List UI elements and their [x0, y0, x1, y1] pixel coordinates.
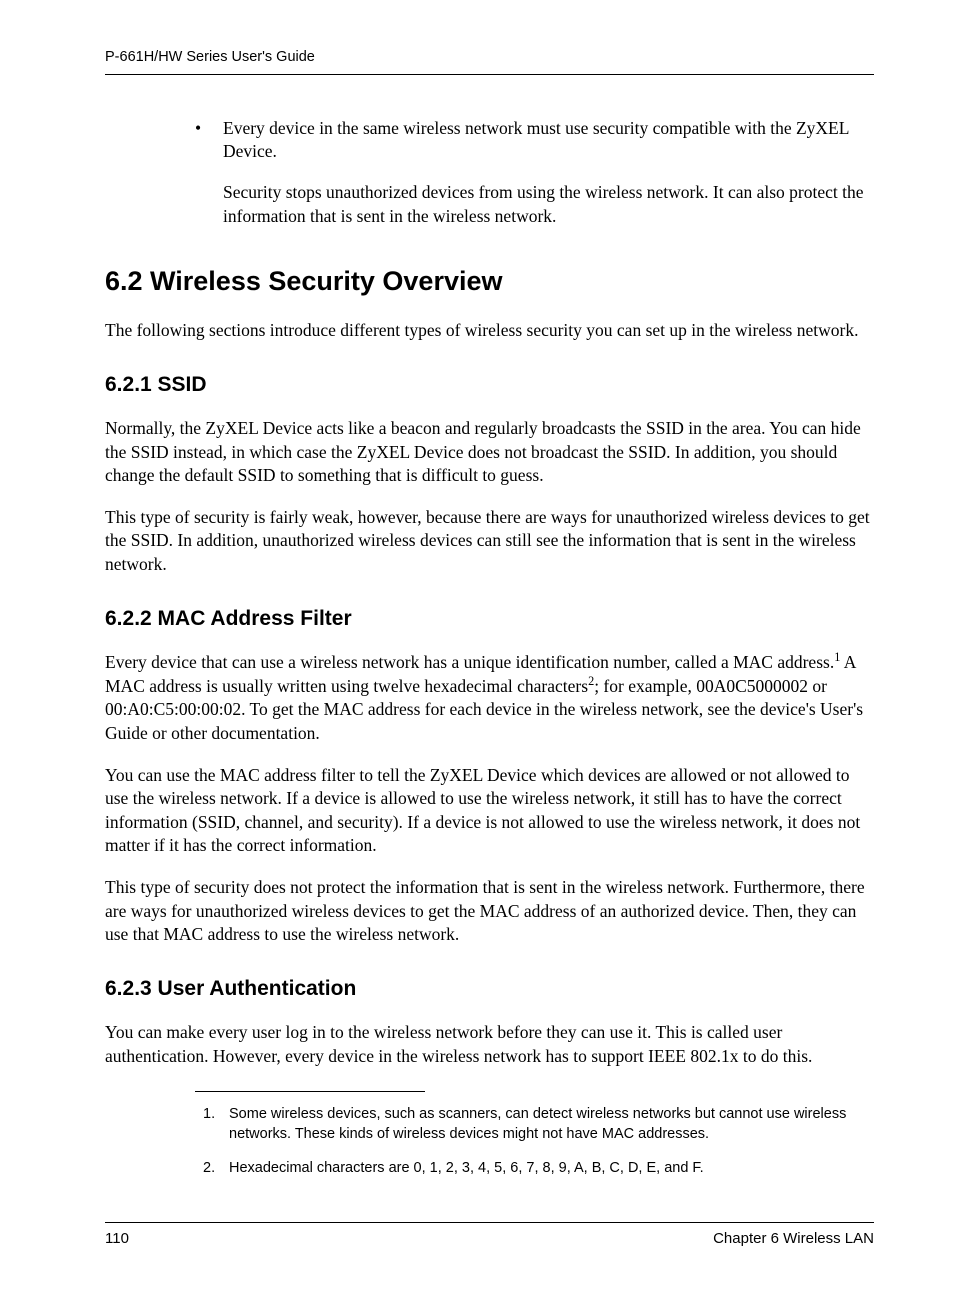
heading-6-2-3: 6.2.3 User Authentication	[105, 975, 874, 1003]
footnote-separator	[195, 1091, 425, 1092]
body-paragraph: You can make every user log in to the wi…	[105, 1021, 874, 1068]
footnote-number: 1.	[203, 1104, 229, 1145]
footnote-text: Some wireless devices, such as scanners,…	[229, 1104, 874, 1145]
heading-6-2: 6.2 Wireless Security Overview	[105, 263, 874, 299]
bullet-item: • Every device in the same wireless netw…	[195, 117, 874, 164]
chapter-label: Chapter 6 Wireless LAN	[713, 1229, 874, 1249]
body-paragraph: This type of security is fairly weak, ho…	[105, 506, 874, 577]
body-paragraph: Every device that can use a wireless net…	[105, 651, 874, 746]
heading-6-2-2: 6.2.2 MAC Address Filter	[105, 605, 874, 633]
page-content: • Every device in the same wireless netw…	[105, 117, 874, 1193]
body-paragraph: You can use the MAC address filter to te…	[105, 764, 874, 859]
page-footer: 110 Chapter 6 Wireless LAN	[105, 1222, 874, 1249]
page-number: 110	[105, 1229, 129, 1249]
bullet-icon: •	[195, 117, 223, 164]
body-paragraph: The following sections introduce differe…	[105, 319, 874, 343]
body-paragraph: This type of security does not protect t…	[105, 876, 874, 947]
running-header: P-661H/HW Series User's Guide	[105, 48, 874, 75]
footnote-number: 2.	[203, 1158, 229, 1178]
page: P-661H/HW Series User's Guide • Every de…	[0, 0, 954, 1298]
body-paragraph: Normally, the ZyXEL Device acts like a b…	[105, 417, 874, 488]
footnote-2: 2. Hexadecimal characters are 0, 1, 2, 3…	[203, 1158, 874, 1178]
bullet-text: Every device in the same wireless networ…	[223, 117, 874, 164]
heading-6-2-1: 6.2.1 SSID	[105, 371, 874, 399]
bullet-followup: Security stops unauthorized devices from…	[223, 181, 874, 228]
footnote-1: 1. Some wireless devices, such as scanne…	[203, 1104, 874, 1145]
text-run: Every device that can use a wireless net…	[105, 652, 834, 672]
footnote-text: Hexadecimal characters are 0, 1, 2, 3, 4…	[229, 1158, 874, 1178]
